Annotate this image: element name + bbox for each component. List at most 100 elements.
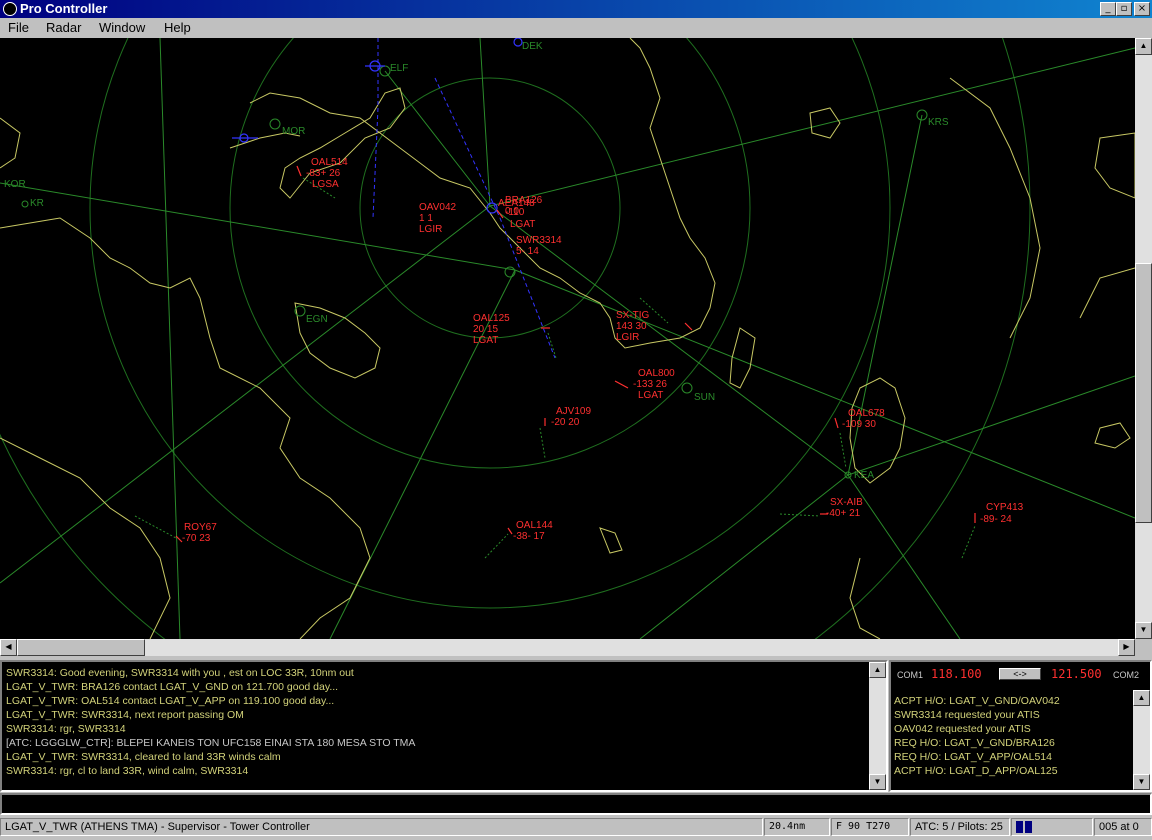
- scroll-thumb[interactable]: [17, 639, 145, 656]
- datablock[interactable]: OAL800 -133 26 LGAT: [633, 368, 675, 401]
- aircraft-target[interactable]: [507, 527, 513, 535]
- datablock[interactable]: SX-TIG 143 30 LGIR: [616, 310, 650, 343]
- status-bar: LGAT_V_TWR (ATHENS TMA) - Supervisor - T…: [0, 816, 1152, 840]
- datablock-altitude: -70 23: [182, 533, 211, 544]
- datablock-dest: LGSA: [312, 179, 339, 190]
- datablock[interactable]: OAL678 -109 30: [842, 408, 885, 430]
- datablock-dest: LGAT: [473, 335, 498, 346]
- notification-panel[interactable]: COM1 118.100 <-> 121.500 COM2 ACPT H/O: …: [889, 660, 1152, 792]
- coastline-peloponnese: [0, 217, 371, 639]
- datablock[interactable]: ROY67 -70 23: [182, 522, 217, 544]
- datablock-callsign[interactable]: ROY67: [184, 522, 217, 533]
- range-ring: [359, 77, 621, 339]
- com2-frequency[interactable]: 121.500: [1051, 667, 1102, 681]
- com1-label: COM1: [897, 670, 924, 680]
- approach-line: [372, 107, 379, 219]
- scroll-right-icon[interactable]: ▶: [1118, 639, 1135, 656]
- scroll-down-icon[interactable]: ▼: [1133, 774, 1150, 790]
- close-button[interactable]: ×: [1134, 2, 1150, 16]
- scroll-up-icon[interactable]: ▲: [1135, 38, 1152, 55]
- menu-radar[interactable]: Radar: [46, 20, 81, 36]
- coastline: [1079, 267, 1135, 319]
- datablock[interactable]: OAV042 1 1 LGIR: [419, 202, 456, 235]
- datablock-altitude: -40+ 21: [826, 508, 861, 519]
- datablock-callsign[interactable]: OAL678: [848, 408, 885, 419]
- scroll-track[interactable]: [1133, 706, 1150, 774]
- notification-scrollbar[interactable]: ▲ ▼: [1133, 690, 1150, 790]
- airway: [514, 269, 1135, 519]
- trail: [961, 525, 976, 559]
- vor-icon: [681, 382, 693, 394]
- datablock[interactable]: SX-AIB -40+ 21: [826, 497, 863, 519]
- datablock[interactable]: OAL144 -38- 17: [513, 520, 553, 542]
- airways: [0, 38, 1135, 639]
- datablock[interactable]: OAL125 20 15 LGAT: [473, 313, 510, 346]
- scroll-up-icon[interactable]: ▲: [1133, 690, 1150, 706]
- radar-map[interactable]: ELF DEK MOR KRS KR KOR EGN SUN KEA OAL51…: [0, 38, 1135, 639]
- signal-bar-icon: [1025, 821, 1032, 833]
- app-icon[interactable]: [3, 2, 17, 16]
- signal-bar-icon: [1016, 821, 1023, 833]
- datablock[interactable]: AJV109 -20 20: [551, 406, 591, 428]
- datablock-callsign[interactable]: OAL800: [638, 368, 675, 379]
- datablock-callsign[interactable]: SX-TIG: [616, 310, 650, 321]
- scroll-down-icon[interactable]: ▼: [869, 774, 886, 790]
- scroll-track[interactable]: [17, 639, 1118, 656]
- scroll-thumb[interactable]: [1135, 263, 1152, 523]
- datablock-callsign[interactable]: OAV042: [419, 202, 456, 213]
- message-log[interactable]: SWR3314: Good evening, SWR3314 with you …: [0, 660, 888, 792]
- coastline: [0, 437, 171, 639]
- datablock[interactable]: OAL514 -83+ 26 LGSA: [306, 157, 348, 190]
- trail: [134, 515, 177, 539]
- radar-vertical-scrollbar[interactable]: ▲ ▼: [1135, 38, 1152, 639]
- datablock[interactable]: CYP413 -89- 24: [980, 502, 1024, 525]
- scroll-up-icon[interactable]: ▲: [869, 662, 886, 678]
- datablock-callsign[interactable]: CYP413: [986, 502, 1024, 513]
- menu-help[interactable]: Help: [164, 20, 191, 36]
- coastline-island: [279, 87, 406, 199]
- datablock-callsign[interactable]: OAL125: [473, 313, 510, 324]
- aircraft-target[interactable]: [614, 380, 629, 389]
- datablock[interactable]: AEA148 -110 LGAT: [498, 198, 535, 230]
- fix-icon: [513, 38, 523, 47]
- message-line: SWR3314: rgr, cl to land 33R, wind calm,…: [6, 765, 249, 777]
- command-input[interactable]: [0, 793, 1152, 815]
- coastline: [1094, 132, 1135, 199]
- fix-label: MOR: [282, 126, 305, 137]
- window-title: Pro Controller: [20, 1, 108, 16]
- airway: [159, 38, 181, 639]
- com1-frequency[interactable]: 118.100: [931, 667, 982, 681]
- message-line: SWR3314: Good evening, SWR3314 with you …: [6, 667, 354, 679]
- datablock-callsign[interactable]: AJV109: [556, 406, 591, 417]
- airway: [479, 38, 491, 207]
- scroll-down-icon[interactable]: ▼: [1135, 622, 1152, 639]
- message-scrollbar[interactable]: ▲ ▼: [869, 662, 886, 790]
- datablock-altitude: -109 30: [842, 419, 876, 430]
- restore-button[interactable]: ▫: [1116, 2, 1132, 16]
- status-range: 20.4nm: [764, 818, 830, 836]
- notification-line: REQ H/O: LGAT_V_GND/BRA126: [894, 737, 1055, 749]
- swap-frequency-button[interactable]: <->: [999, 668, 1041, 680]
- airway: [489, 205, 849, 476]
- scroll-track[interactable]: [869, 678, 886, 774]
- datablock-callsign[interactable]: SWR3314: [516, 235, 562, 246]
- menu-window[interactable]: Window: [99, 20, 145, 36]
- aircraft-target[interactable]: [684, 322, 693, 331]
- com2-label: COM2: [1113, 670, 1140, 680]
- aircraft-target[interactable]: [296, 165, 302, 177]
- radar-horizontal-scrollbar[interactable]: ◀ ▶: [0, 639, 1152, 656]
- scroll-left-icon[interactable]: ◀: [0, 639, 17, 656]
- datablock-callsign[interactable]: OAL514: [311, 157, 348, 168]
- trail: [779, 513, 821, 517]
- datablock[interactable]: SWR3314 5- 14: [516, 235, 562, 257]
- airway: [639, 474, 849, 639]
- datablock-altitude: -38- 17: [513, 531, 545, 542]
- minimize-button[interactable]: _: [1100, 2, 1116, 16]
- menu-file[interactable]: File: [8, 20, 29, 36]
- aircraft-target[interactable]: [834, 417, 839, 429]
- notification-line: OAV042 requested your ATIS: [894, 723, 1031, 735]
- radar-scope[interactable]: ELF DEK MOR KRS KR KOR EGN SUN KEA OAL51…: [0, 38, 1135, 639]
- datablock-callsign[interactable]: OAL144: [516, 520, 553, 531]
- coastline: [949, 77, 1041, 339]
- datablock-callsign[interactable]: SX-AIB: [830, 497, 863, 508]
